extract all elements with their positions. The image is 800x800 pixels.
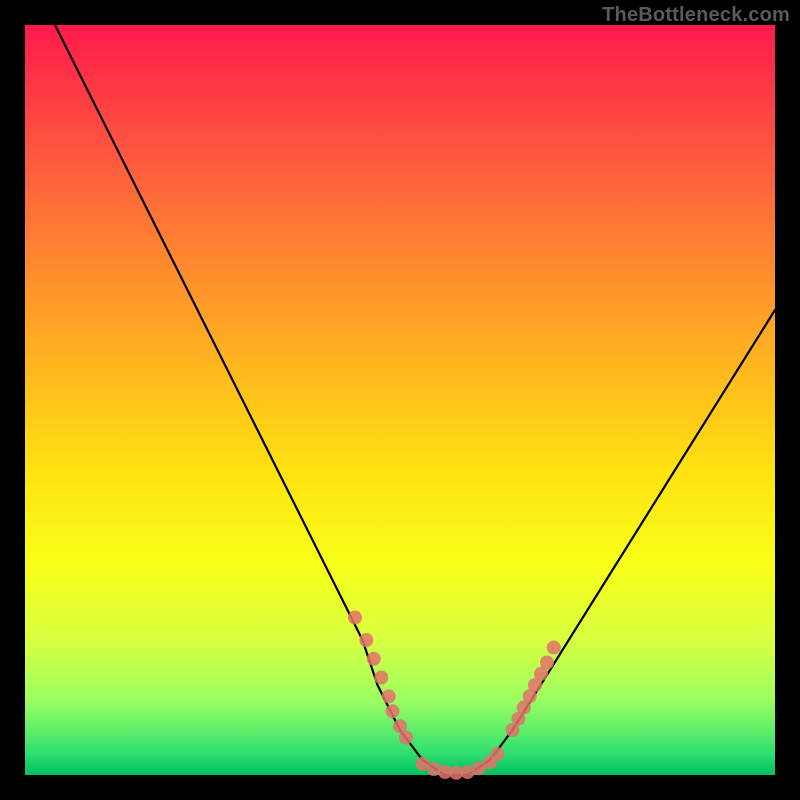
marker-dot <box>386 704 400 718</box>
marker-dot <box>359 633 373 647</box>
watermark-text: TheBottleneck.com <box>602 4 790 27</box>
marker-dot <box>348 611 362 625</box>
marker-dot <box>491 747 505 761</box>
marker-dot <box>374 671 388 685</box>
chart-frame: TheBottleneck.com <box>0 0 800 800</box>
plot-area <box>25 25 775 775</box>
curve-svg <box>25 25 775 775</box>
marker-dot <box>540 656 554 670</box>
marker-dot <box>547 641 561 655</box>
marker-dot <box>367 652 381 666</box>
bottleneck-curve <box>55 25 775 775</box>
marker-layer <box>348 611 561 780</box>
marker-dot <box>382 689 396 703</box>
marker-dot <box>399 731 413 745</box>
